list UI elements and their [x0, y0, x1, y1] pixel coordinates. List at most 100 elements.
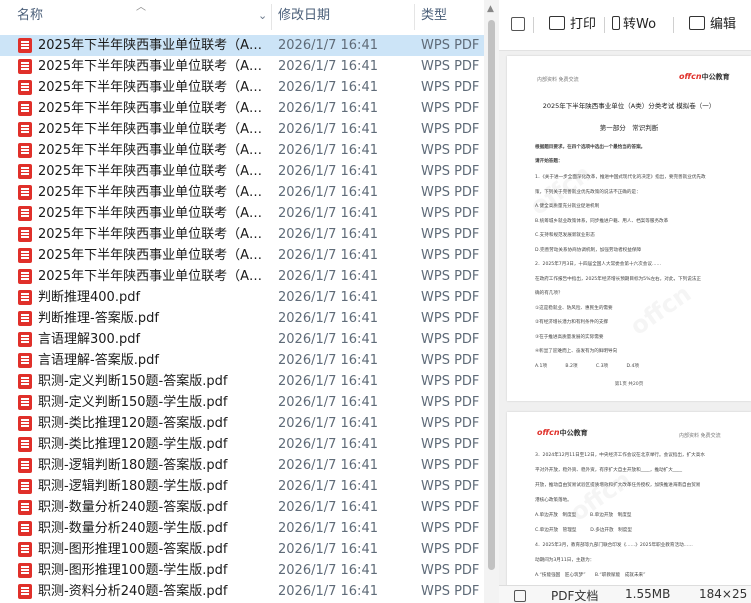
file-date: 2026/1/7 16:41 — [278, 395, 378, 410]
file-type: WPS PDF 文 — [421, 143, 483, 158]
scrollbar-thumb[interactable] — [488, 20, 495, 570]
watermark-logo: offcn — [625, 279, 697, 341]
doc-type: PDF文档 — [551, 589, 599, 603]
pdf-file-icon — [18, 101, 32, 116]
file-date: 2026/1/7 16:41 — [278, 479, 378, 494]
print-label: 打印 — [570, 17, 597, 32]
file-name: 职测-逻辑判断180题-答案版.pdf — [38, 458, 228, 473]
pdf-file-icon — [18, 164, 32, 179]
file-row[interactable]: 2025年下半年陕西事业单位联考（A类）... 2026/1/7 16:41 WPS… — [0, 140, 484, 161]
file-row[interactable]: 职测-数量分析240题-答案版.pdf 2026/1/7 16:41 WPS PDF… — [0, 497, 484, 518]
file-row[interactable]: 2025年下半年陕西事业单位联考（A类）... 2026/1/7 16:41 WPS… — [0, 161, 484, 182]
file-name: 职测-定义判断150题-答案版.pdf — [38, 374, 228, 389]
print-button[interactable]: 打印 — [549, 14, 596, 36]
file-date: 2026/1/7 16:41 — [278, 584, 378, 599]
file-date: 2026/1/7 16:41 — [278, 500, 378, 515]
column-divider[interactable] — [414, 4, 415, 30]
sub-heading: 请开始答题： — [535, 159, 563, 164]
pdf-file-icon — [18, 458, 32, 473]
file-type: WPS PDF 文 — [421, 437, 483, 452]
file-row[interactable]: 职测-图形推理100题-学生版.pdf 2026/1/7 16:41 WPS PDF… — [0, 560, 484, 581]
brand-logo: offcn中公教育 — [537, 428, 588, 438]
file-row[interactable]: 2025年下半年陕西事业单位联考（A类）... 2026/1/7 16:41 WPS… — [0, 56, 484, 77]
file-row[interactable]: 职测-类比推理120题-答案版.pdf 2026/1/7 16:41 WPS PDF… — [0, 413, 484, 434]
file-date: 2026/1/7 16:41 — [278, 227, 378, 242]
question-line: 1．《关于进一步全面深化改革，推进中国式现代化的决定》指出，要完善就业优先政 — [535, 175, 706, 180]
file-row[interactable]: 2025年下半年陕西事业单位联考（A类）... 2026/1/7 16:41 WPS… — [0, 77, 484, 98]
file-name: 职测-类比推理120题-答案版.pdf — [38, 416, 228, 431]
file-row[interactable]: 判断推理-答案版.pdf 2026/1/7 16:41 WPS PDF 文 — [0, 308, 484, 329]
file-row[interactable]: 职测-类比推理120题-学生版.pdf 2026/1/7 16:41 WPS PDF… — [0, 434, 484, 455]
file-row[interactable]: 2025年下半年陕西事业单位联考（A类）... 2026/1/7 16:41 WPS… — [0, 119, 484, 140]
file-type: WPS PDF 文 — [421, 563, 483, 578]
file-date: 2026/1/7 16:41 — [278, 122, 378, 137]
pdf-file-icon — [18, 521, 32, 536]
pdf-file-icon — [18, 80, 32, 95]
file-date: 2026/1/7 16:41 — [278, 437, 378, 452]
file-row[interactable]: 2025年下半年陕西事业单位联考（A类）... 2026/1/7 16:41 WPS… — [0, 224, 484, 245]
column-name[interactable]: 名称 — [17, 0, 257, 34]
file-row[interactable]: 职测-定义判断150题-学生版.pdf 2026/1/7 16:41 WPS PDF… — [0, 392, 484, 413]
file-type: WPS PDF 文 — [421, 80, 483, 95]
file-type: WPS PDF 文 — [421, 185, 483, 200]
file-name: 2025年下半年陕西事业单位联考（A类）... — [38, 164, 266, 179]
file-name: 2025年下半年陕西事业单位联考（A类）... — [38, 269, 266, 284]
convert-word-button[interactable]: 转Wo — [612, 14, 656, 36]
file-row[interactable]: 2025年下半年陕西事业单位联考（A类）... 2026/1/7 16:41 WPS… — [0, 98, 484, 119]
file-row[interactable]: 2025年下半年陕西事业单位联考（A类）... 2026/1/7 16:41 WPS… — [0, 203, 484, 224]
pdf-file-icon — [18, 584, 32, 599]
file-type: WPS PDF 文 — [421, 248, 483, 263]
file-name: 2025年下半年陕西事业单位联考（A类）... — [38, 248, 266, 263]
file-row[interactable]: 2025年下半年陕西事业单位联考（A类）... 2026/1/7 16:41 WPS… — [0, 266, 484, 287]
pdf-file-icon — [18, 500, 32, 515]
pdf-file-icon — [18, 353, 32, 368]
file-type: WPS PDF 文 — [421, 290, 483, 305]
sidebar-toggle-icon[interactable] — [511, 17, 525, 31]
file-row[interactable]: 职测-资料分析240题-答案版.pdf 2026/1/7 16:41 WPS PDF… — [0, 581, 484, 602]
file-name: 2025年下半年陕西事业单位联考（A类）... — [38, 227, 266, 242]
question-line: 3．2024年12月11日至12日，中央经济工作会议在北京举行。会议指出，扩大高… — [535, 453, 705, 458]
scroll-up-icon[interactable]: ▲ — [487, 4, 494, 14]
exam-title: 2025年下半年陕西事业单位（A类）分类考试 模拟卷（一） — [542, 102, 716, 110]
details-pane-icon[interactable] — [514, 590, 526, 602]
column-modified[interactable]: 修改日期 — [278, 0, 408, 34]
file-name: 言语理解300.pdf — [38, 332, 141, 347]
file-row[interactable]: 言语理解300.pdf 2026/1/7 16:41 WPS PDF 文 — [0, 329, 484, 350]
file-row[interactable]: 职测-数量分析240题-学生版.pdf 2026/1/7 16:41 WPS PDF… — [0, 518, 484, 539]
printer-icon — [549, 16, 565, 30]
question-line: 开放，推动自由贸易试验区提质增效和扩大改革任务授权，加快推进海南自由贸易 — [535, 483, 701, 488]
file-row[interactable]: 2025年下半年陕西事业单位联考（A类）... 2026/1/7 16:41 WPS… — [0, 245, 484, 266]
file-row[interactable]: 判断推理400.pdf 2026/1/7 16:41 WPS PDF 文 — [0, 287, 484, 308]
toolbar-divider — [533, 17, 534, 33]
file-name: 2025年下半年陕西事业单位联考（A类）... — [38, 206, 266, 221]
file-row[interactable]: 职测-图形推理100题-答案版.pdf 2026/1/7 16:41 WPS PDF… — [0, 539, 484, 560]
file-date: 2026/1/7 16:41 — [278, 374, 378, 389]
pdf-file-icon — [18, 122, 32, 137]
column-divider[interactable] — [271, 4, 272, 30]
file-row[interactable]: 职测-逻辑判断180题-答案版.pdf 2026/1/7 16:41 WPS PDF… — [0, 455, 484, 476]
chevron-down-icon[interactable]: ⌄ — [258, 0, 267, 32]
question-line: C.单边开放 管理型 D.多边开放 制度型 — [535, 528, 632, 533]
question-line: B.统筹城乡就业政策体系，同步推进户籍、用人、档案等服务改革 — [535, 218, 669, 224]
file-name: 职测-资料分析240题-答案版.pdf — [38, 584, 228, 599]
pdf-file-icon — [18, 290, 32, 305]
file-name: 职测-图形推理100题-答案版.pdf — [38, 542, 228, 557]
question-line: 在政府工作报告中指出，2025年经济增长预期目标为5%左右。对此，下列说法正 — [535, 276, 701, 282]
file-row[interactable]: 2025年下半年陕西事业单位联考（A类）... 2026/1/7 16:41 WPS… — [0, 35, 484, 56]
file-type: WPS PDF 文 — [421, 332, 483, 347]
edit-button[interactable]: 编辑 — [689, 14, 736, 36]
file-row[interactable]: 言语理解-答案版.pdf 2026/1/7 16:41 WPS PDF 文 — [0, 350, 484, 371]
file-row[interactable]: 职测-定义判断150题-答案版.pdf 2026/1/7 16:41 WPS PDF… — [0, 371, 484, 392]
vertical-scrollbar[interactable]: ▲ — [484, 0, 499, 603]
file-row[interactable]: 职测-逻辑判断180题-学生版.pdf 2026/1/7 16:41 WPS PDF… — [0, 476, 484, 497]
column-type[interactable]: 类型 — [421, 0, 481, 34]
file-name: 职测-逻辑判断180题-学生版.pdf — [38, 479, 228, 494]
question-line: C.支持和规范发展新就业形态 — [535, 233, 595, 238]
pdf-file-icon — [18, 563, 32, 578]
file-date: 2026/1/7 16:41 — [278, 101, 378, 116]
file-name: 判断推理400.pdf — [38, 290, 141, 305]
question-line: D.完善劳动关系协商协调机制，加强劳动者权益保障 — [535, 247, 642, 253]
file-date: 2026/1/7 16:41 — [278, 521, 378, 536]
file-type: WPS PDF 文 — [421, 38, 483, 53]
file-row[interactable]: 2025年下半年陕西事业单位联考（A类）... 2026/1/7 16:41 WPS… — [0, 182, 484, 203]
